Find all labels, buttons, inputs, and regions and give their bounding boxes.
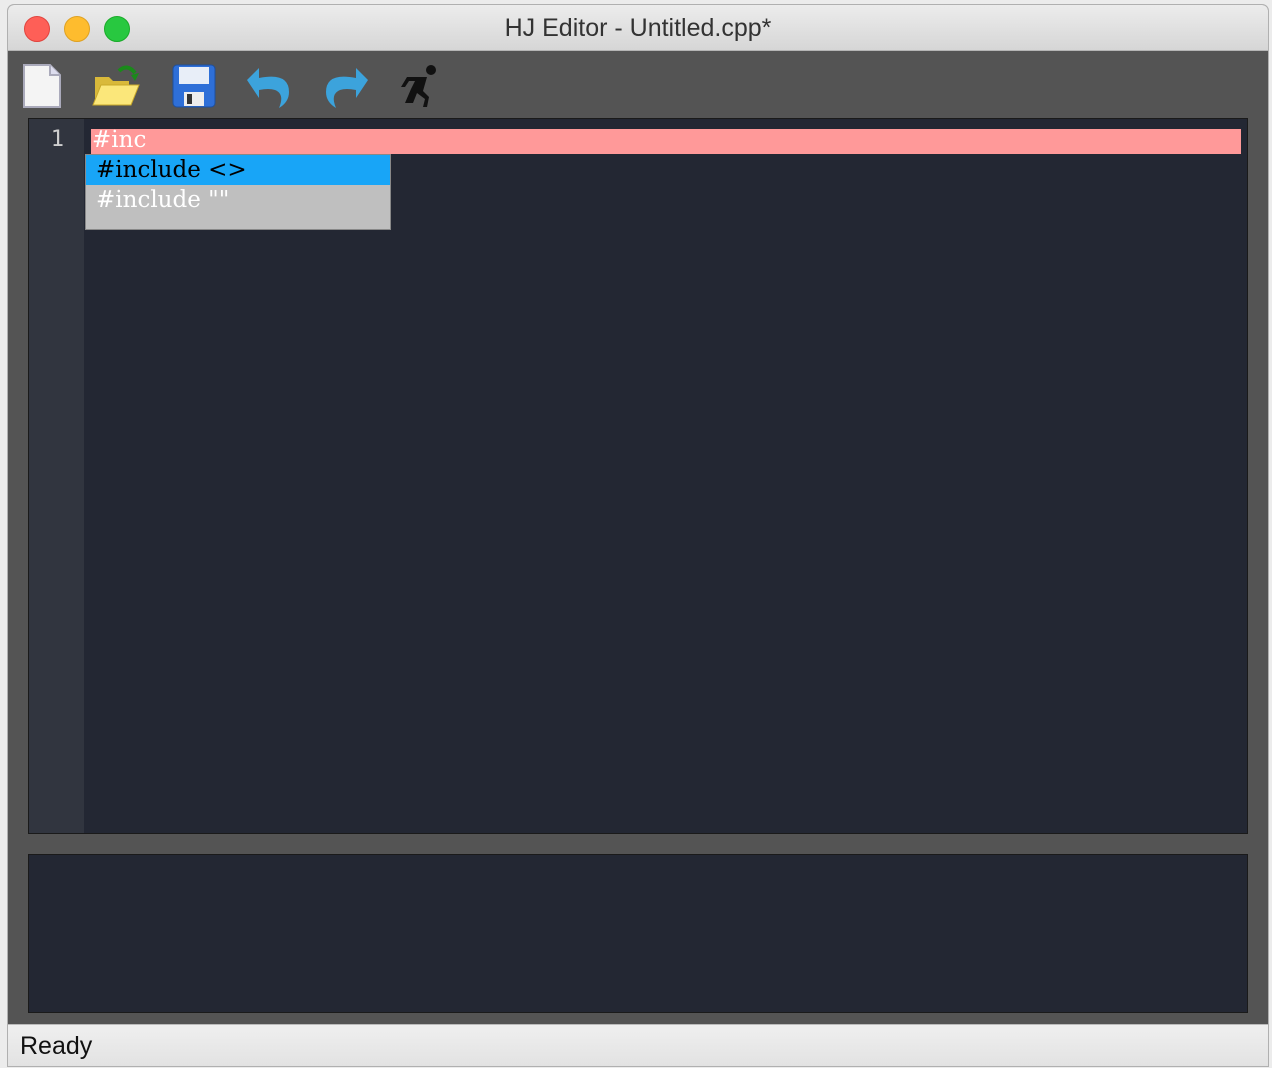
status-text: Ready	[20, 1032, 93, 1060]
redo-button[interactable]	[320, 61, 370, 111]
run-button[interactable]	[396, 61, 446, 111]
editor-window: HJ Editor - Untitled.cpp* 1 #inc #includ…	[8, 5, 1268, 1066]
undo-button[interactable]	[245, 61, 295, 111]
redo-arrow-icon	[326, 68, 368, 108]
line-number-gutter: 1	[29, 119, 84, 833]
undo-arrow-icon	[247, 68, 289, 108]
open-file-button[interactable]	[91, 61, 141, 111]
toolbar	[8, 51, 1268, 117]
autocomplete-item[interactable]: #include <>	[86, 155, 390, 185]
floppy-disk-icon	[172, 64, 216, 108]
open-folder-icon	[92, 65, 140, 106]
title-bar: HJ Editor - Untitled.cpp*	[8, 5, 1268, 51]
autocomplete-item[interactable]: #include ""	[86, 185, 390, 215]
code-editor[interactable]: 1 #inc #include <> #include ""	[28, 118, 1248, 834]
new-file-button[interactable]	[17, 61, 67, 111]
line-number: 1	[50, 127, 64, 152]
code-line[interactable]: #inc	[92, 127, 146, 153]
running-man-icon	[401, 65, 436, 107]
window-title: HJ Editor - Untitled.cpp*	[504, 14, 772, 42]
current-line-highlight	[91, 129, 1241, 154]
autocomplete-popup: #include <> #include ""	[85, 154, 391, 230]
save-file-button[interactable]	[169, 61, 219, 111]
output-panel[interactable]	[28, 854, 1248, 1013]
new-file-icon	[23, 64, 61, 108]
status-bar: Ready	[8, 1024, 1268, 1066]
